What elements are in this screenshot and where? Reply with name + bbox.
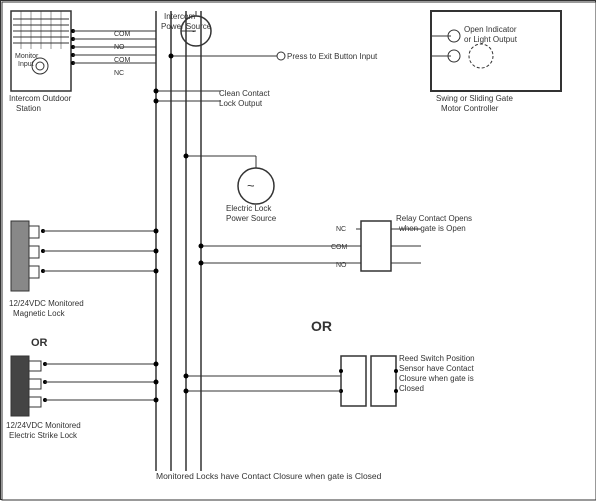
svg-text:Magnetic Lock: Magnetic Lock — [13, 309, 66, 318]
svg-text:Closure when gate is: Closure when gate is — [399, 374, 474, 383]
svg-text:Electric Strike Lock: Electric Strike Lock — [9, 431, 78, 440]
svg-text:Clean Contact: Clean Contact — [219, 89, 270, 98]
svg-text:NC: NC — [336, 226, 346, 233]
svg-text:or Light Output: or Light Output — [464, 35, 518, 44]
svg-text:Swing or Sliding Gate: Swing or Sliding Gate — [436, 94, 513, 103]
svg-text:Press to Exit Button Input: Press to Exit Button Input — [287, 52, 378, 61]
svg-text:Reed Switch Position: Reed Switch Position — [399, 354, 475, 363]
svg-text:Electric Lock: Electric Lock — [226, 204, 272, 213]
svg-text:12/24VDC Monitored: 12/24VDC Monitored — [6, 421, 81, 430]
svg-text:OR: OR — [31, 337, 48, 349]
svg-text:COM: COM — [331, 244, 348, 251]
svg-text:Intercom: Intercom — [164, 12, 195, 21]
svg-text:Intercom Outdoor: Intercom Outdoor — [9, 94, 72, 103]
svg-text:Relay Contact Opens: Relay Contact Opens — [396, 214, 472, 223]
svg-text:12/24VDC Monitored: 12/24VDC Monitored — [9, 299, 84, 308]
svg-text:NC: NC — [114, 70, 124, 77]
wiring-diagram: Monitor Input Intercom Outdoor Station ~… — [0, 0, 596, 500]
svg-text:~: ~ — [247, 178, 255, 193]
svg-text:Power Source: Power Source — [226, 214, 277, 223]
svg-text:Closed: Closed — [399, 384, 424, 393]
svg-text:when gate is Open: when gate is Open — [398, 224, 466, 233]
svg-text:Lock Output: Lock Output — [219, 99, 263, 108]
svg-text:Monitored Locks have Contact C: Monitored Locks have Contact Closure whe… — [156, 471, 382, 481]
svg-text:Sensor have Contact: Sensor have Contact — [399, 364, 474, 373]
svg-text:OR: OR — [311, 318, 332, 334]
svg-text:Station: Station — [16, 104, 41, 113]
svg-text:Monitor: Monitor — [15, 53, 39, 60]
svg-text:Input: Input — [18, 61, 34, 68]
svg-text:Motor Controller: Motor Controller — [441, 104, 499, 113]
svg-text:COM: COM — [114, 31, 131, 38]
svg-text:Open Indicator: Open Indicator — [464, 25, 517, 34]
